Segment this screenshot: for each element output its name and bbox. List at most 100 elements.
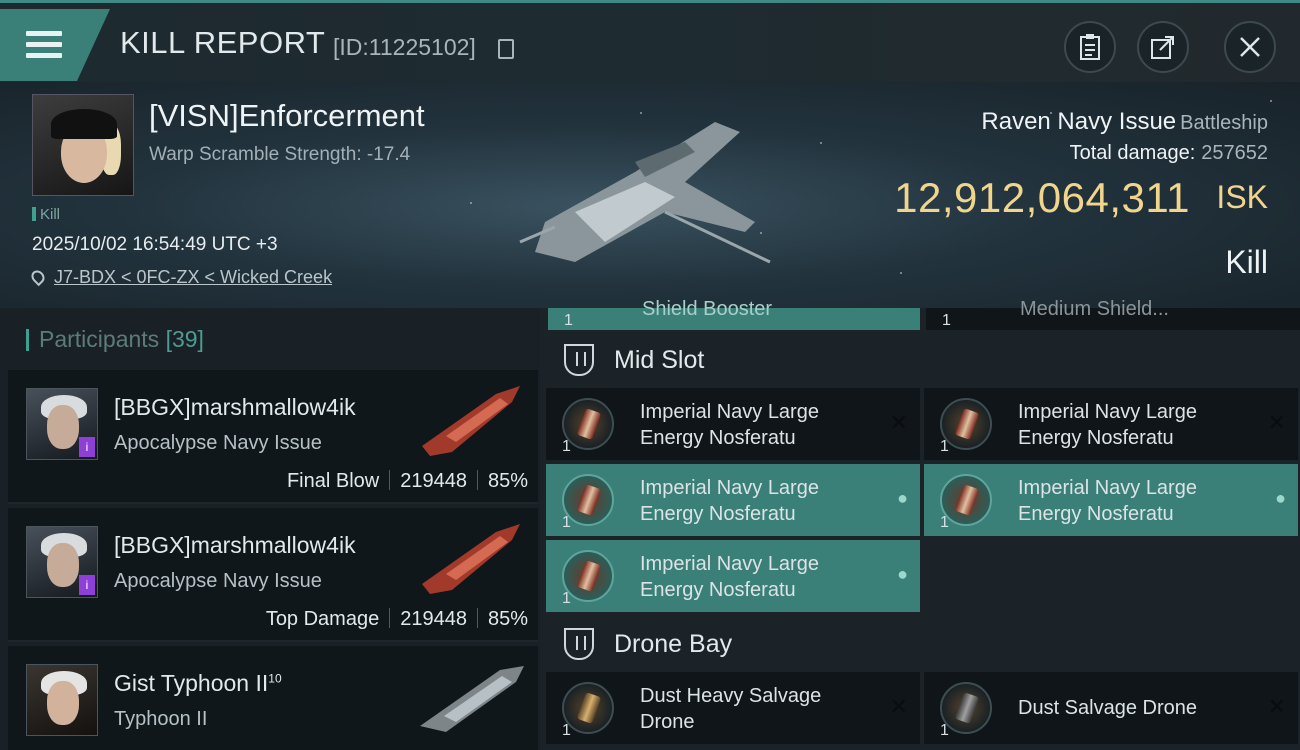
module-name: Imperial Navy Large Energy Nosferatu [640,475,819,527]
module-qty: 1 [942,312,951,329]
module-qty: 1 [564,312,573,329]
kill-tag: Kill [32,206,60,223]
participant-card[interactable]: i [BBGX]marshmallow4ik Apocalypse Navy I… [8,370,538,504]
participant-avatar: i [26,388,98,460]
destroyed-icon: ✕ [1267,410,1286,435]
location-pin-icon [28,267,48,287]
destroyed-icon: ✕ [1267,694,1286,719]
participant-ship: Apocalypse Navy Issue [114,432,322,454]
module-name-line1: Imperial Navy Large [640,477,819,499]
implant-badge-icon: i [79,575,95,595]
participant-role: Final Blow [286,470,380,492]
total-damage-label: Total damage: [1069,142,1196,164]
warp-scramble-strength: Warp Scramble Strength: -17.4 [149,144,411,165]
module-qty: 1 [562,590,571,607]
clipboard-button[interactable] [1064,21,1116,73]
module-item[interactable]: 1 Imperial Navy Large Energy Nosferatu ● [546,540,920,612]
participant-stats: Top Damage 219448 85% [266,608,528,631]
total-damage: Total damage: 257652 [1070,142,1268,165]
share-button[interactable] [1137,21,1189,73]
module-name-line1: Imperial Navy Large [640,553,819,575]
participant-ship-image [420,666,524,732]
module-item[interactable]: 1 Imperial Navy Large Energy Nosferatu ✕ [546,388,920,460]
close-icon [1240,37,1260,57]
location-link[interactable]: J7-BDX < 0FC-ZX < Wicked Creek [54,267,332,287]
module-name-line2: Energy Nosferatu [640,503,796,525]
participant-avatar: i [26,526,98,598]
share-icon [1151,36,1174,59]
participants-header: Participants [39] [26,326,204,353]
page-title: KILL REPORT [120,25,326,60]
dropped-person-icon: ● [897,488,908,508]
copy-icon[interactable] [498,39,514,59]
hamburger-icon [26,31,62,61]
participants-title: Participants [39,326,160,352]
total-damage-value: 257652 [1201,142,1268,164]
clipboard-icon [1080,34,1100,60]
participant-ship-image [422,386,520,456]
module-name-line2: Energy Nosferatu [640,579,796,601]
participant-ship: Typhoon II [114,708,208,730]
module-qty: 1 [940,722,949,739]
participant-damage: 219448 [400,608,467,630]
module-name-line2: Energy Nosferatu [640,427,796,449]
participant-name-text: Gist Typhoon II [114,670,269,696]
participant-ship-image [422,524,520,594]
mid-slot-label: Mid Slot [614,346,705,374]
participant-name: Gist Typhoon II10 [114,670,282,697]
fittings-panel: 1 Shield Booster 1 Medium Shield... Mid … [540,298,1300,750]
module-name-line1: Imperial Navy Large [1018,477,1197,499]
drone-bay-label: Drone Bay [614,630,733,658]
victim-summary: [VISN]Enforcerment Warp Scramble Strengt… [0,82,1300,308]
module-qty: 1 [562,438,571,455]
module-qty: 1 [562,722,571,739]
close-button[interactable] [1224,21,1276,73]
module-item[interactable]: 1 Imperial Navy Large Energy Nosferatu ● [924,464,1298,536]
victim-ship[interactable]: Raven Navy Issue Battleship [981,108,1268,136]
module-name: Imperial Navy Large Energy Nosferatu [1018,475,1197,527]
module-name-line2: Energy Nosferatu [1018,503,1174,525]
isk-value: 12,912,064,311 [894,174,1190,221]
implant-badge-icon: i [79,437,95,457]
module-item[interactable]: 1 Imperial Navy Large Energy Nosferatu ● [546,464,920,536]
menu-button[interactable] [0,9,110,81]
victim-avatar[interactable] [32,94,134,196]
module-item[interactable]: 1 Dust Heavy Salvage Drone ✕ [546,672,920,744]
kill-report-screen: { "header": { "title": "KILL REPORT", "r… [0,0,1300,750]
ship-class: Battleship [1180,112,1268,134]
module-qty: 1 [940,438,949,455]
module-name-line1: Imperial Navy Large [640,401,819,423]
module-item[interactable]: 1 Dust Salvage Drone ✕ [924,672,1298,744]
participant-ship: Apocalypse Navy Issue [114,570,322,592]
drone-bay-header: Drone Bay [540,616,1300,672]
mid-slot-icon [564,344,594,376]
dropped-person-icon: ● [897,564,908,584]
participant-role: Top Damage [265,608,380,630]
participants-panel: Participants [39] i [BBGX]marshmallow4ik… [0,308,540,750]
module-qty: 1 [940,514,949,531]
participant-name-sup: 10 [268,671,282,686]
module-name: Imperial Navy Large Energy Nosferatu [640,551,819,603]
participant-card[interactable]: Gist Typhoon II10 Typhoon II [8,646,538,750]
kill-location[interactable]: J7-BDX < 0FC-ZX < Wicked Creek [28,267,332,288]
ship-name: Raven Navy Issue [981,108,1177,135]
kill-datetime: 2025/10/02 16:54:49 UTC +3 [32,234,278,255]
module-item[interactable]: 1 Shield Booster [548,298,920,330]
victim-name[interactable]: [VISN]Enforcerment [149,98,425,134]
module-name: Dust Heavy Salvage Drone [640,683,821,735]
participant-card[interactable]: i [BBGX]marshmallow4ik Apocalypse Navy I… [8,508,538,642]
destroyed-icon: ✕ [889,694,908,719]
module-item[interactable]: 1 Medium Shield... [926,298,1300,330]
report-id: [ID:11225102] [333,34,476,60]
module-name-line2: Drone [640,711,695,733]
module-name-line2: Energy Nosferatu [1018,427,1174,449]
outcome-label: Kill [1225,244,1268,280]
participant-avatar [26,664,98,736]
module-name-line1: Dust Heavy Salvage [640,685,822,707]
participant-damage: 219448 [400,470,467,492]
participant-name: [BBGX]marshmallow4ik [114,532,356,558]
module-item[interactable]: 1 Imperial Navy Large Energy Nosferatu ✕ [924,388,1298,460]
module-name: Dust Salvage Drone [1018,697,1197,719]
participant-name: [BBGX]marshmallow4ik [114,394,356,420]
drone-bay-icon [564,628,594,660]
